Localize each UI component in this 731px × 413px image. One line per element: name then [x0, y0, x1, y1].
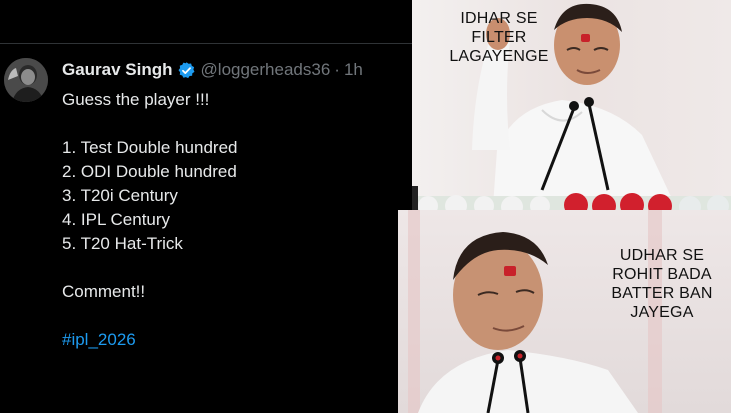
verified-badge-icon	[177, 61, 196, 80]
tweet-line: 1. Test Double hundred	[62, 138, 238, 157]
caption-line: UDHAR SE	[619, 247, 705, 264]
tweet-line: Guess the player !!!	[62, 90, 210, 109]
meme-caption-top: IDHAR SE FILTER LAGAYENGE	[424, 9, 574, 66]
tweet-line: 2. ODI Double hundred	[62, 162, 237, 181]
tweet-line: 5. T20 Hat-Trick	[62, 234, 183, 253]
meme-panel-top: IDHAR SE FILTER LAGAYENGE	[412, 0, 731, 220]
tweet-line: 4. IPL Century	[62, 210, 171, 229]
caption-line: IDHAR SE	[460, 10, 538, 27]
caption-line: BATTER BAN	[611, 285, 713, 302]
tweet-card[interactable]: Gaurav Singh @loggerheads36 · 1h Guess t…	[0, 0, 412, 413]
tweet-line: 3. T20i Century	[62, 186, 178, 205]
divider	[0, 43, 412, 44]
tweet-time[interactable]: 1h	[344, 60, 363, 80]
tweet-text: Guess the player !!! 1. Test Double hund…	[62, 88, 237, 352]
author-name[interactable]: Gaurav Singh	[62, 60, 173, 80]
caption-line: FILTER	[471, 29, 527, 46]
meme-caption-bottom: UDHAR SE ROHIT BADA BATTER BAN JAYEGA	[594, 246, 730, 322]
separator-dot: ·	[334, 60, 340, 79]
caption-line: ROHIT BADA	[612, 266, 712, 283]
caption-line: JAYEGA	[630, 304, 694, 321]
caption-line: LAGAYENGE	[449, 48, 549, 65]
meme-panel-bottom: UDHAR SE ROHIT BADA BATTER BAN JAYEGA	[398, 210, 731, 413]
tweet-header: Gaurav Singh @loggerheads36 · 1h	[62, 60, 363, 80]
avatar[interactable]	[4, 58, 48, 102]
author-handle[interactable]: @loggerheads36	[201, 60, 331, 80]
tweet-line: Comment!!	[62, 282, 146, 301]
hashtag-link[interactable]: #ipl_2026	[62, 328, 237, 352]
